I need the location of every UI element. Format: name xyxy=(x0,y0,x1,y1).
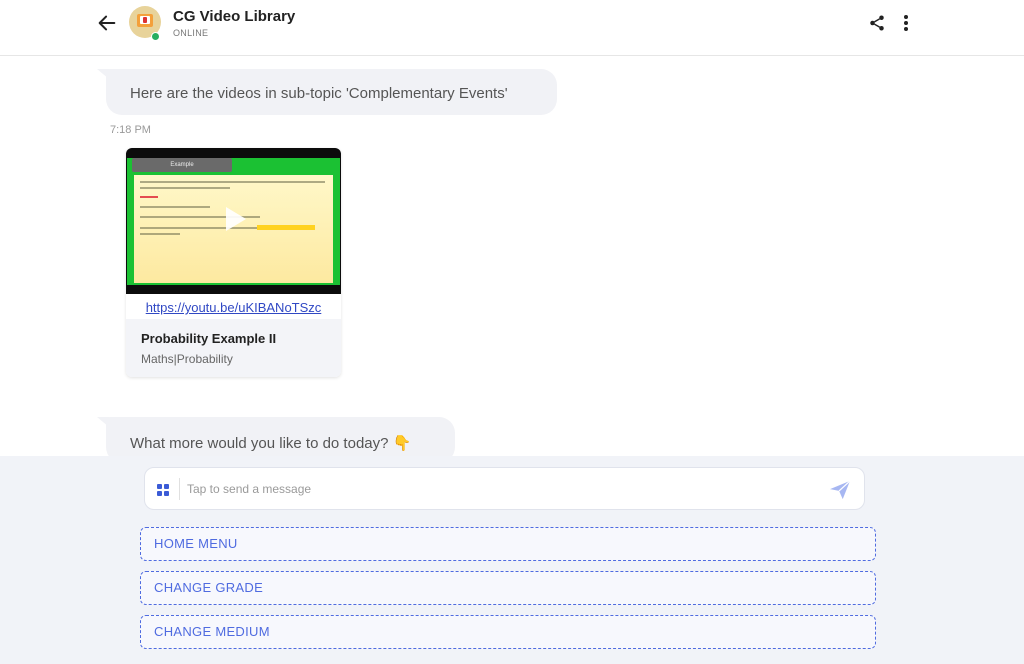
message-text: Here are the videos in sub-topic 'Comple… xyxy=(130,85,508,102)
bot-message: Here are the videos in sub-topic 'Comple… xyxy=(106,69,557,115)
share-icon[interactable] xyxy=(868,14,886,32)
message-input[interactable] xyxy=(187,478,807,500)
online-indicator xyxy=(151,32,160,41)
video-card[interactable]: Example https://youtu.be/uKIBANoTSzc Pro… xyxy=(126,148,341,377)
more-vertical-icon[interactable] xyxy=(898,14,914,32)
video-library-icon xyxy=(137,14,153,27)
quick-reply-change-medium[interactable]: CHANGE MEDIUM xyxy=(140,615,876,649)
video-link[interactable]: https://youtu.be/uKIBANoTSzc xyxy=(126,300,341,315)
message-composer xyxy=(144,467,865,510)
chat-header: CG Video Library ONLINE xyxy=(0,0,1024,56)
message-text: What more would you like to do today? 👇 xyxy=(130,435,412,452)
video-info: Probability Example II Maths|Probability xyxy=(126,319,341,377)
send-icon[interactable] xyxy=(829,480,851,500)
chat-messages[interactable]: Here are the videos in sub-topic 'Comple… xyxy=(0,57,1024,456)
play-icon[interactable] xyxy=(218,203,250,235)
video-thumbnail[interactable]: Example xyxy=(126,148,341,294)
quick-reply-home-menu[interactable]: HOME MENU xyxy=(140,527,876,561)
bot-message: What more would you like to do today? 👇 xyxy=(106,417,455,456)
arrow-left-icon[interactable] xyxy=(96,12,118,34)
video-title: Probability Example II xyxy=(141,331,277,346)
message-timestamp: 7:18 PM xyxy=(110,124,151,136)
chat-footer: HOME MENU CHANGE GRADE CHANGE MEDIUM xyxy=(0,456,1024,664)
chat-title: CG Video Library xyxy=(173,8,296,25)
composer-divider xyxy=(179,478,180,500)
video-subtitle: Maths|Probability xyxy=(141,352,233,366)
thumbnail-tab-label: Example xyxy=(132,158,232,172)
quick-reply-change-grade[interactable]: CHANGE GRADE xyxy=(140,571,876,605)
grid-icon[interactable] xyxy=(157,484,169,496)
online-status: ONLINE xyxy=(173,28,209,38)
